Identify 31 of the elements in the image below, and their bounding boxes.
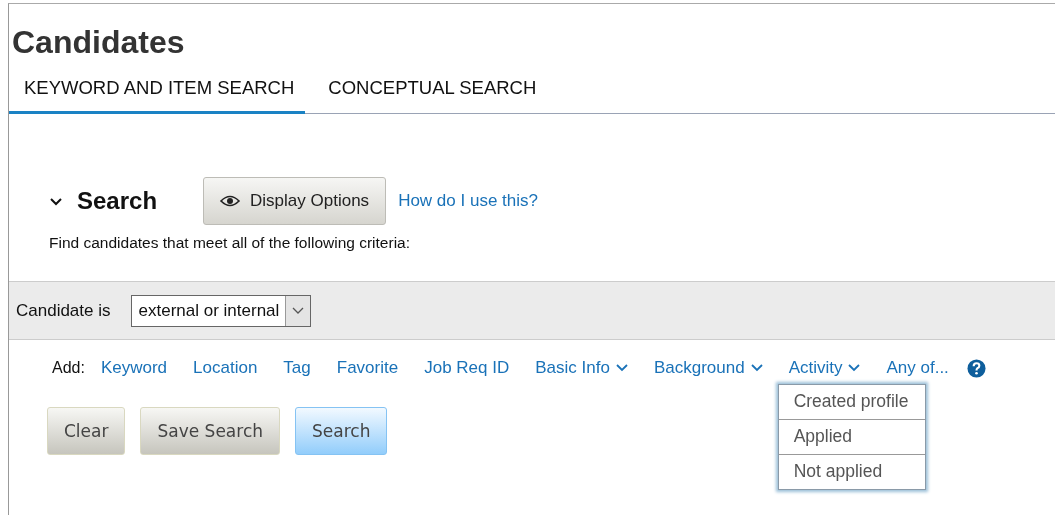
add-criteria-link[interactable]: Favorite: [336, 358, 399, 378]
add-criteria-link[interactable]: Any of...: [886, 358, 949, 378]
add-criteria-link[interactable]: Job Req ID: [424, 358, 510, 378]
menu-item[interactable]: Applied: [778, 419, 925, 454]
add-criteria-menu[interactable]: Basic Info: [535, 358, 628, 378]
menu-item[interactable]: Created profile: [778, 385, 925, 419]
add-criteria-link[interactable]: Tag: [283, 358, 311, 378]
search-button[interactable]: Search: [295, 407, 388, 455]
add-criteria-link[interactable]: Keyword: [100, 358, 168, 378]
chevron-down-icon: [615, 364, 628, 372]
add-criteria-menu[interactable]: Background: [653, 358, 763, 378]
help-link[interactable]: How do I use this?: [398, 191, 538, 211]
chevron-down-icon: [848, 364, 861, 372]
display-options-button[interactable]: Display Options: [203, 177, 387, 225]
action-button[interactable]: Save Search: [140, 407, 280, 455]
add-criteria-menu[interactable]: Activity: [788, 358, 861, 378]
chevron-down-icon: [750, 364, 763, 372]
eye-icon: [220, 195, 241, 207]
tab[interactable]: KEYWORD AND ITEM SEARCH: [9, 71, 306, 114]
page-title: Candidates: [11, 23, 186, 60]
help-icon[interactable]: [966, 358, 986, 378]
section-heading: Search: [77, 187, 158, 215]
filter-label: Candidate is: [16, 300, 111, 321]
action-button[interactable]: Clear: [47, 407, 126, 455]
add-criteria-link[interactable]: Location: [193, 358, 258, 378]
candidate-type-select[interactable]: external or internal: [130, 294, 312, 327]
tab[interactable]: CONCEPTUAL SEARCH: [313, 71, 548, 114]
add-label: Add:: [52, 359, 85, 377]
chevron-down-icon: [292, 306, 305, 315]
menu-item[interactable]: Not applied: [778, 454, 925, 489]
criteria-description: Find candidates that meet all of the following criteria:: [49, 234, 411, 252]
